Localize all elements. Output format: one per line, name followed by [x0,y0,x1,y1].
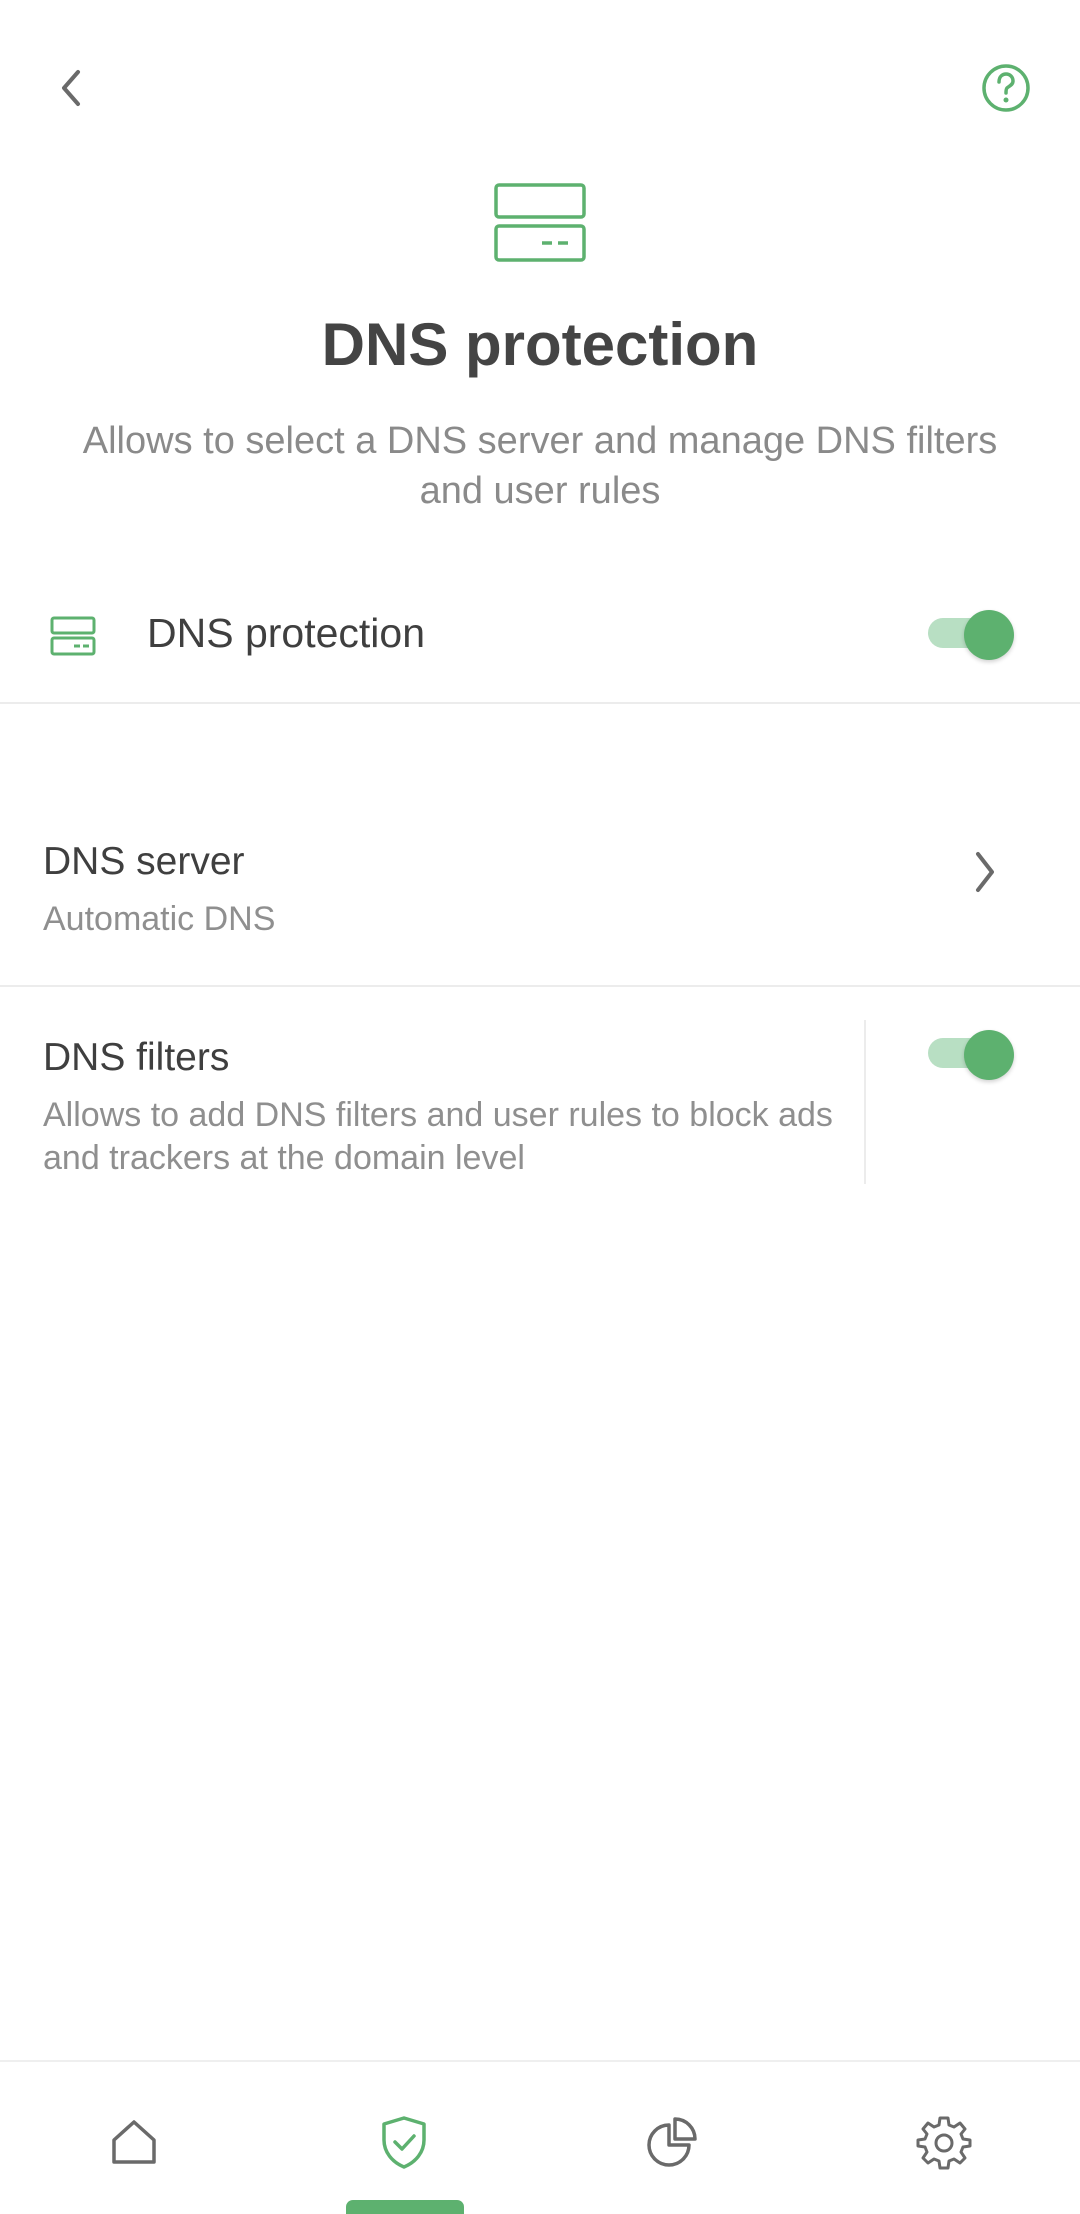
dns-filters-toggle[interactable] [928,1026,1018,1080]
dns-server-title: DNS server [43,840,245,883]
back-button[interactable] [36,52,108,124]
dns-filters-row[interactable]: DNS filters Allows to add DNS filters an… [0,990,1080,1210]
dns-server-icon [494,183,586,262]
divider [0,702,1080,704]
nav-home[interactable] [94,2102,174,2182]
dns-filters-title: DNS filters [43,1036,230,1079]
vertical-divider [864,1020,866,1184]
nav-settings[interactable] [904,2102,984,2182]
nav-statistics[interactable] [632,2102,712,2182]
dns-server-row[interactable]: DNS server Automatic DNS [0,820,1080,986]
dns-protection-toggle[interactable] [928,606,1018,660]
dns-filters-description: Allows to add DNS filters and user rules… [43,1096,833,1177]
dns-server-icon [50,616,96,656]
toggle-knob [964,610,1014,660]
bottom-navigation [0,2060,1080,2214]
dns-server-value: Automatic DNS [43,900,276,938]
gear-icon [916,2116,972,2170]
help-icon [982,64,1030,112]
page-title: DNS protection [321,311,759,378]
dns-protection-row[interactable]: DNS protection [0,580,1080,704]
home-icon [112,2120,156,2164]
help-button[interactable] [970,52,1042,124]
pie-chart-icon [647,2117,697,2167]
nav-protection[interactable] [364,2102,444,2182]
chevron-left-icon [62,70,80,106]
chevron-right-icon [976,852,994,892]
shield-check-icon [382,2116,426,2169]
dns-protection-label: DNS protection [147,610,426,656]
page-subtitle: Allows to select a DNS server and manage… [82,420,998,512]
active-tab-indicator [346,2200,464,2214]
divider [0,985,1080,987]
toggle-knob [964,1030,1014,1080]
